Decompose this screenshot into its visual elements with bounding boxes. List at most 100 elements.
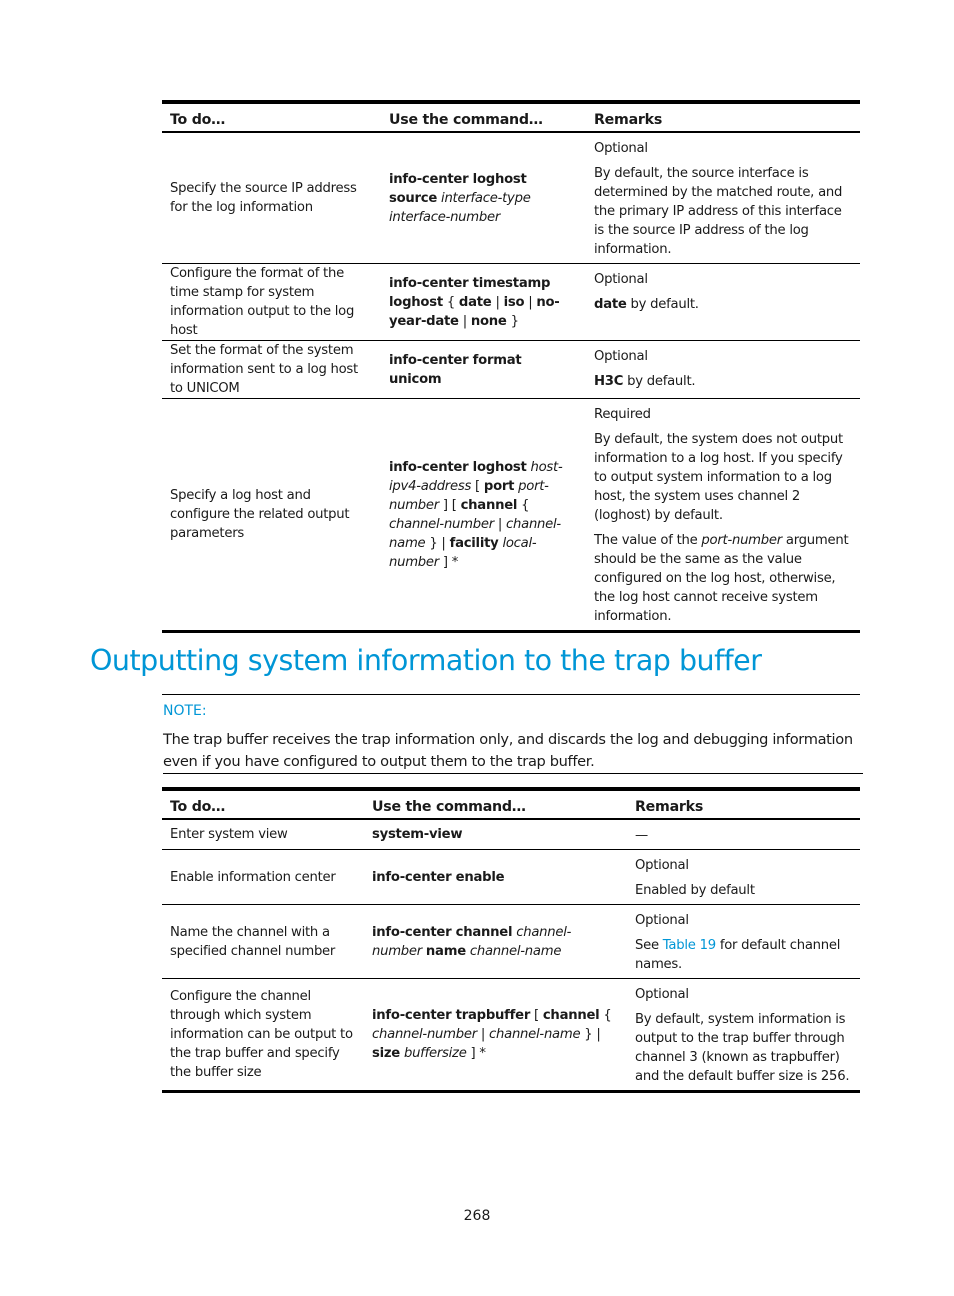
header-command: Use the command… xyxy=(381,102,586,133)
task-cell: Configure the channel through which syst… xyxy=(162,978,364,1093)
command-cell: info-center loghost source interface-typ… xyxy=(381,132,586,264)
remark-paragraph: By default, system information is output… xyxy=(635,1010,852,1086)
remarks-cell: Optional See Table 19 for default channel… xyxy=(627,904,860,979)
keyword: info-center enable xyxy=(372,869,505,885)
remark-paragraph: See Table 19 for default channel names. xyxy=(635,936,852,974)
table-reference-link[interactable]: Table 19 xyxy=(663,938,716,953)
argument: channel-name xyxy=(469,943,562,959)
task-cell: Enter system view xyxy=(162,819,364,850)
command-cell: info-center loghost host-ipv4-address [ … xyxy=(381,398,586,633)
text-run: } xyxy=(580,1027,597,1042)
remark-paragraph: By default, the source interface is dete… xyxy=(594,164,852,259)
remarks-cell: Required By default, the system does not … xyxy=(586,398,860,633)
text-run: Required xyxy=(594,407,651,422)
keyword: channel xyxy=(460,497,518,513)
text-run: { xyxy=(442,294,459,310)
command-cell: info-center trapbuffer [ channel { chann… xyxy=(364,978,627,1093)
keyword: facility xyxy=(449,535,499,551)
table-row: Set the format of the system information… xyxy=(162,340,860,399)
task-cell: Configure the format of the time stamp f… xyxy=(162,263,381,341)
keyword: port xyxy=(483,478,515,494)
command-cell: info-center timestamp loghost { date | i… xyxy=(381,263,586,341)
command-cell: info-center enable xyxy=(364,849,627,905)
remark-paragraph: Optional xyxy=(594,139,852,158)
argument: channel-number xyxy=(372,1027,477,1042)
text-run: } | xyxy=(425,535,450,551)
text-run: | xyxy=(491,294,504,310)
remark-paragraph: Optional xyxy=(594,270,852,289)
task-cell: Enable information center xyxy=(162,849,364,905)
remark-paragraph: date by default. xyxy=(594,295,852,314)
argument: port-number xyxy=(701,533,782,548)
argument: interface-number xyxy=(389,209,501,225)
text-run: By default, the source interface is dete… xyxy=(594,166,843,257)
loghost-command-table: To do… Use the command… Remarks Specify … xyxy=(162,100,860,633)
keyword: H3C xyxy=(594,374,624,389)
text-run: ] * xyxy=(466,1046,486,1061)
text-run: by default. xyxy=(626,297,699,312)
header-to-do: To do… xyxy=(162,102,381,133)
text-run: Optional xyxy=(594,141,648,156)
note-top-rule xyxy=(162,694,860,695)
section-heading: Outputting system information to the tra… xyxy=(90,644,762,677)
remarks-cell: Optional H3C by default. xyxy=(586,340,860,399)
keyword: iso xyxy=(503,294,525,310)
trapbuffer-command-table: To do… Use the command… Remarks Enter sy… xyxy=(162,787,860,1093)
argument: | xyxy=(596,1027,601,1042)
text-run: By default, system information is output… xyxy=(635,1012,850,1084)
header-remarks: Remarks xyxy=(586,102,860,133)
text-run: | xyxy=(493,516,506,532)
table-row: Configure the channel through which syst… xyxy=(162,978,860,1093)
table-row: Enable information center info-center ena… xyxy=(162,849,860,905)
keyword: size xyxy=(372,1046,400,1061)
keyword: date xyxy=(594,297,627,312)
remarks-cell: Optional By default, system information i… xyxy=(627,978,860,1093)
remarks-cell: — xyxy=(627,819,860,850)
argument: | xyxy=(476,1027,489,1042)
command-cell: info-center format unicom xyxy=(381,340,586,399)
note-label: NOTE: xyxy=(163,703,207,719)
text-run: The value of the xyxy=(594,533,702,548)
argument: channel-number xyxy=(389,516,494,532)
remark-paragraph: — xyxy=(635,826,852,845)
remark-paragraph: Optional xyxy=(635,856,852,875)
text-run: { xyxy=(517,497,530,513)
text-run: — xyxy=(635,828,648,843)
remarks-cell: Optional Enabled by default xyxy=(627,849,860,905)
table-row: Specify a log host and configure the rel… xyxy=(162,398,860,633)
keyword: name xyxy=(425,943,466,959)
task-cell: Specify a log host and configure the rel… xyxy=(162,398,381,633)
remark-paragraph: Enabled by default xyxy=(635,881,852,900)
table-row: Enter system view system-view — xyxy=(162,819,860,850)
keyword: none xyxy=(470,313,507,329)
argument: interface-type xyxy=(441,190,531,206)
argument: channel-name xyxy=(489,1027,581,1042)
text-run: Optional xyxy=(594,349,648,364)
text-run: ] * xyxy=(438,554,459,570)
page-number: 268 xyxy=(463,1208,491,1224)
command-cell: system-view xyxy=(364,819,627,850)
text-run: Optional xyxy=(635,858,689,873)
text-run: | xyxy=(524,294,537,310)
table-row: Specify the source IP address for the lo… xyxy=(162,132,860,264)
table-header-row: To do… Use the command… Remarks xyxy=(162,789,860,820)
remark-paragraph: The value of the port-number argument sh… xyxy=(594,531,852,626)
argument: buffersize xyxy=(403,1046,467,1061)
task-cell: Name the channel with a specified channe… xyxy=(162,904,364,979)
remark-paragraph: Optional xyxy=(635,911,852,930)
text-run: By default, the system does not output i… xyxy=(594,432,843,523)
task-cell: Specify the source IP address for the lo… xyxy=(162,132,381,264)
text-run: by default. xyxy=(623,374,696,389)
text-run: See xyxy=(635,938,663,953)
command-cell: info-center channel channel-number name … xyxy=(364,904,627,979)
table-row: Configure the format of the time stamp f… xyxy=(162,263,860,341)
text-run: [ xyxy=(530,1008,543,1023)
text-run: { xyxy=(599,1008,612,1023)
remark-paragraph: H3C by default. xyxy=(594,372,852,391)
header-to-do: To do… xyxy=(162,789,364,820)
keyword: channel xyxy=(542,1008,600,1023)
keyword: info-center format unicom xyxy=(389,352,522,387)
header-remarks: Remarks xyxy=(627,789,860,820)
keyword: date xyxy=(458,294,492,310)
text-run: Optional xyxy=(635,987,689,1002)
